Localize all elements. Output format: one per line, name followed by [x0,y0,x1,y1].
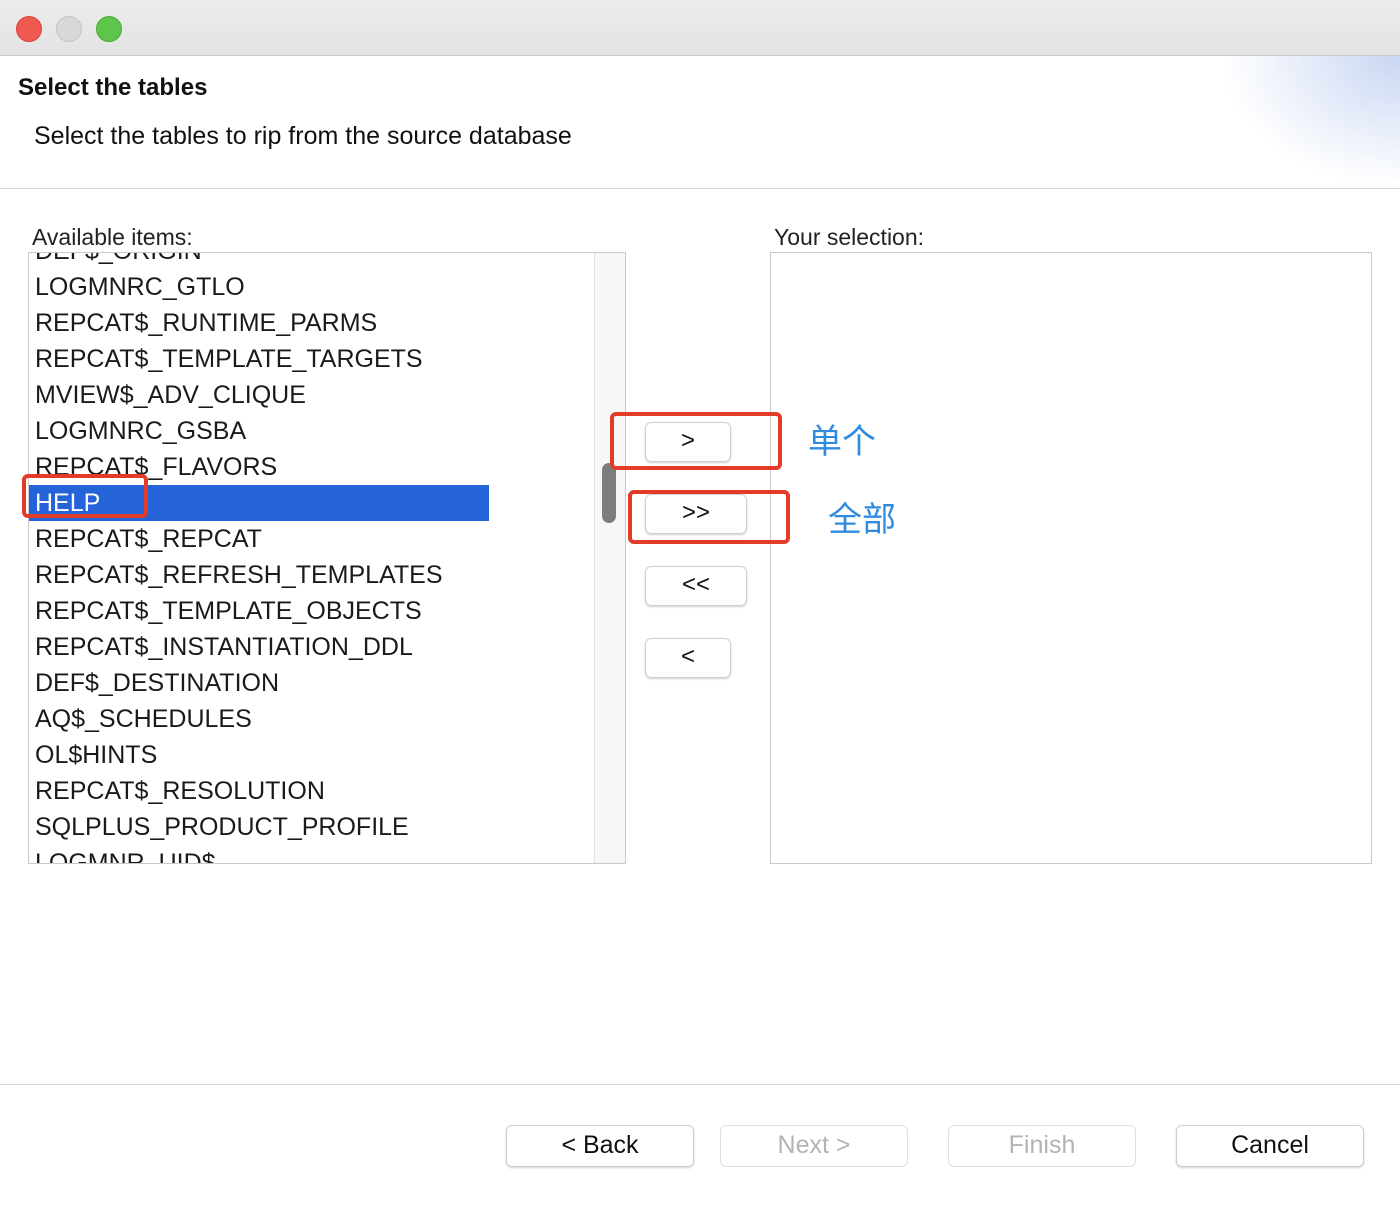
your-selection-label: Your selection: [774,224,925,250]
list-item[interactable]: REPCAT$_RESOLUTION [29,773,595,809]
list-item[interactable]: REPCAT$_TEMPLATE_OBJECTS [29,593,595,629]
back-button[interactable]: < Back [506,1125,694,1167]
remove-selected-button[interactable]: < [645,638,731,678]
list-item[interactable]: MVIEW$_ADV_CLIQUE [29,377,595,413]
remove-all-button[interactable]: << [645,566,747,606]
cancel-button[interactable]: Cancel [1176,1125,1364,1167]
annotation-label-single: 单个 [808,422,876,462]
maximize-window-button[interactable] [96,16,122,42]
next-button[interactable]: Next > [720,1125,908,1167]
page-description: Select the tables to rip from the source… [34,122,572,150]
list-item[interactable]: REPCAT$_INSTANTIATION_DDL [29,629,595,665]
list-item[interactable]: DEF$_ORIGIN [29,253,595,269]
page-title: Select the tables [18,74,208,101]
list-item[interactable]: REPCAT$_TEMPLATE_TARGETS [29,341,595,377]
list-item[interactable]: OL$HINTS [29,737,595,773]
available-items-scroll-content: DEF$_ORIGINLOGMNRC_GTLOREPCAT$_RUNTIME_P… [29,253,595,863]
footer-divider [0,1084,1400,1085]
available-items-list[interactable]: DEF$_ORIGINLOGMNRC_GTLOREPCAT$_RUNTIME_P… [28,252,626,864]
available-items-label: Available items: [32,224,193,250]
list-item[interactable]: LOGMNRC_GTLO [29,269,595,305]
finish-button[interactable]: Finish [948,1125,1136,1167]
close-window-button[interactable] [16,16,42,42]
annotation-box-help [22,474,148,518]
list-item[interactable]: SQLPLUS_PRODUCT_PROFILE [29,809,595,845]
list-item[interactable]: DEF$_DESTINATION [29,665,595,701]
wizard-header: Select the tables Select the tables to r… [0,56,1400,189]
annotation-box-add-single [610,412,782,470]
list-item[interactable]: LOGMNRC_GSBA [29,413,595,449]
window-titlebar [0,0,1400,56]
list-item[interactable]: AQ$_SCHEDULES [29,701,595,737]
list-item[interactable]: REPCAT$_RUNTIME_PARMS [29,305,595,341]
header-decoration [1220,56,1400,188]
list-item[interactable]: REPCAT$_REPCAT [29,521,595,557]
minimize-window-button[interactable] [56,16,82,42]
annotation-box-add-all [628,490,790,544]
list-item[interactable]: LOGMNR_UID$ [29,845,595,863]
list-item[interactable]: REPCAT$_REFRESH_TEMPLATES [29,557,595,593]
your-selection-list[interactable] [770,252,1372,864]
annotation-label-all: 全部 [828,500,896,540]
available-items-scrollbar[interactable] [594,253,625,863]
scrollbar-thumb[interactable] [602,463,616,523]
